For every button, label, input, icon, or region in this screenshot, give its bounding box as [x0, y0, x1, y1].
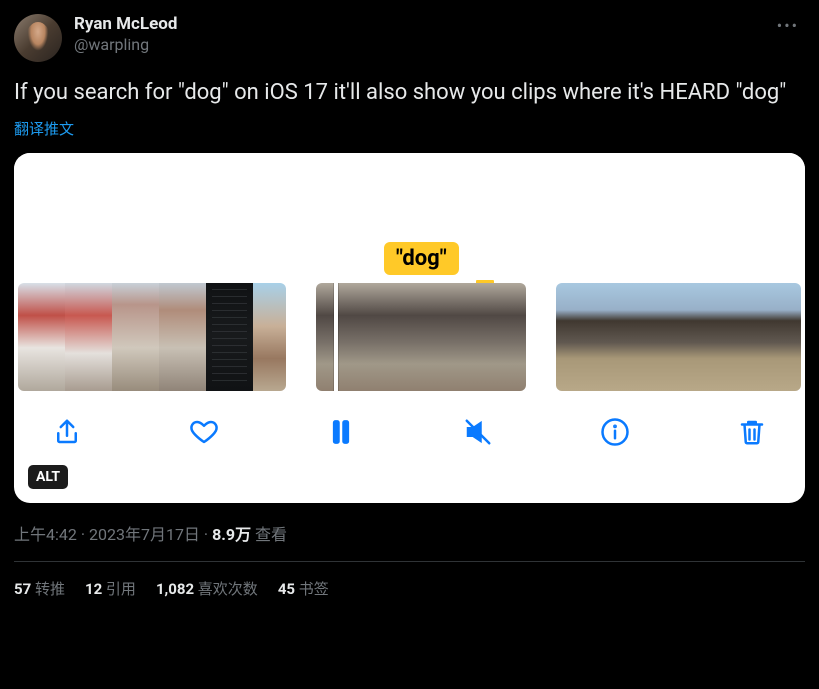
thumbnail [253, 283, 286, 391]
clip-cluster-1[interactable] [18, 283, 286, 391]
thumbnail [371, 283, 426, 391]
heart-icon [191, 422, 216, 442]
more-button[interactable]: ••• [771, 14, 805, 38]
media-card[interactable]: "dog" [14, 153, 805, 503]
share-button[interactable] [50, 415, 84, 449]
tweet-text: If you search for "dog" on iOS 17 it'll … [14, 78, 805, 108]
tweet-container: Ryan McLeod @warpling ••• If you search … [0, 0, 819, 615]
pause-button[interactable] [324, 415, 358, 449]
tweet-time[interactable]: 上午4:42 [14, 525, 77, 544]
filmstrip-row[interactable] [14, 283, 805, 391]
trash-icon [742, 422, 762, 443]
handle: @warpling [74, 35, 759, 54]
thumbnail [316, 283, 371, 391]
views-count: 8.9万 [212, 525, 251, 544]
tweet-meta: 上午4:42 · 2023年7月17日 · 8.9万 查看 [14, 521, 805, 545]
tweet-date[interactable]: 2023年7月17日 [89, 525, 200, 544]
thumbnail [159, 283, 206, 391]
thumbnail [426, 283, 481, 391]
views-label: 查看 [255, 525, 287, 544]
share-icon [58, 420, 76, 441]
media-controls [14, 391, 805, 449]
media-preview-area: "dog" [14, 153, 805, 283]
thumbnail [685, 283, 728, 391]
pause-icon [334, 420, 340, 443]
thumbnail [771, 283, 801, 391]
avatar[interactable] [14, 14, 62, 62]
thumbnail [728, 283, 771, 391]
author-names[interactable]: Ryan McLeod @warpling [74, 14, 759, 54]
thumbnail [206, 283, 253, 391]
thumbnail [642, 283, 685, 391]
likes-stat[interactable]: 1,082 喜欢次数 [156, 578, 258, 599]
mute-button[interactable] [461, 415, 495, 449]
thumbnail [65, 283, 112, 391]
playhead[interactable] [334, 283, 338, 391]
alt-badge[interactable]: ALT [28, 465, 68, 489]
thumbnail [481, 283, 525, 391]
clip-cluster-2[interactable] [316, 283, 525, 391]
info-button[interactable] [598, 415, 632, 449]
bookmarks-stat[interactable]: 45 书签 [278, 578, 329, 599]
display-name: Ryan McLeod [74, 14, 759, 34]
like-button[interactable] [187, 415, 221, 449]
translate-link[interactable]: 翻译推文 [14, 118, 805, 139]
tweet-header: Ryan McLeod @warpling ••• [14, 14, 805, 62]
thumbnail [556, 283, 599, 391]
quotes-stat[interactable]: 12 引用 [85, 578, 136, 599]
delete-button[interactable] [735, 415, 769, 449]
thumbnail [599, 283, 642, 391]
retweets-stat[interactable]: 57 转推 [14, 578, 65, 599]
thumbnail [112, 283, 159, 391]
tweet-stats: 57 转推 12 引用 1,082 喜欢次数 45 书签 [14, 562, 805, 615]
search-token-label: "dog" [384, 242, 459, 275]
clip-cluster-3[interactable] [556, 283, 801, 391]
thumbnail [18, 283, 65, 391]
